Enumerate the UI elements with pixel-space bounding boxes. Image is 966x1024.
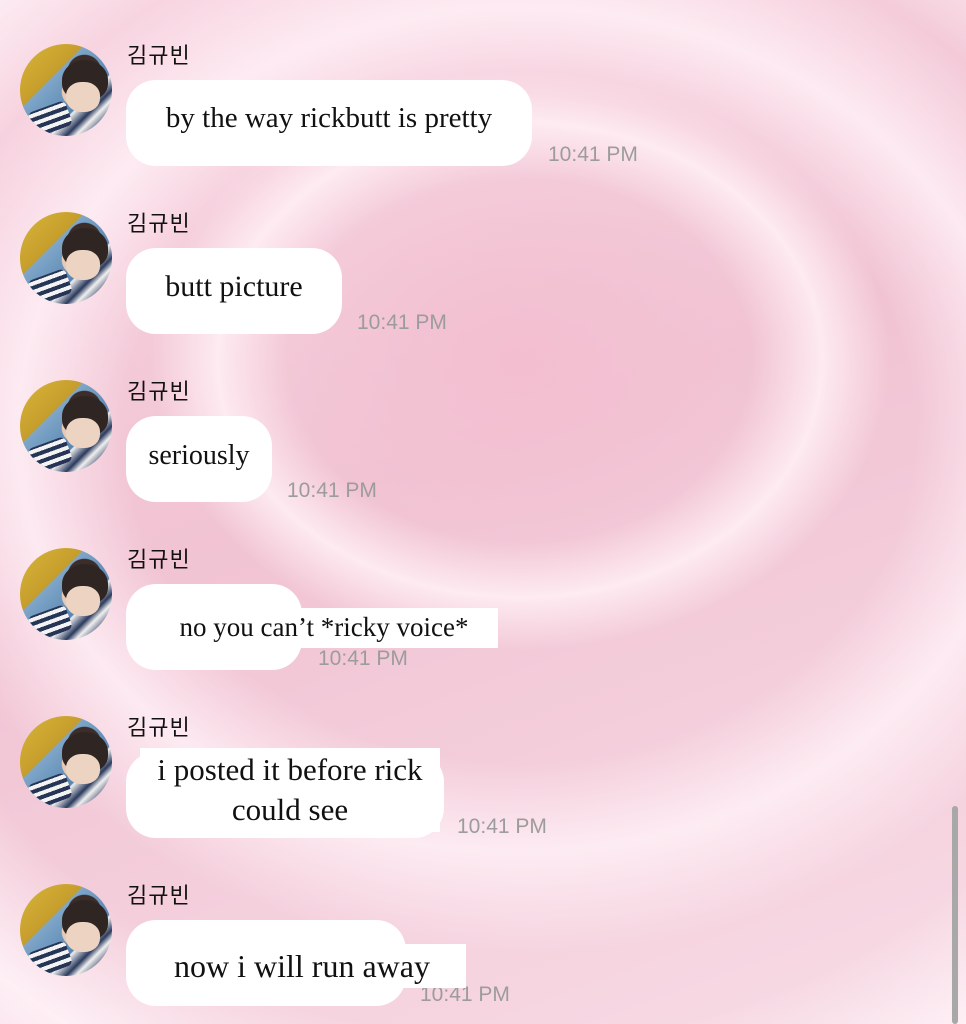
avatar-shirt — [26, 267, 74, 304]
sender-name: 김규빈 — [127, 44, 191, 69]
message-text-sticker: now i will run away — [138, 944, 466, 988]
message-text: by the way rickbutt is pretty — [165, 102, 493, 134]
message-bubble[interactable]: butt picture — [126, 248, 342, 334]
avatar-shirt — [26, 603, 74, 640]
message-time: 10:41 PM — [548, 143, 638, 166]
message-text: i posted it before rick could see — [157, 752, 423, 827]
avatar[interactable] — [20, 380, 112, 472]
scrollbar[interactable] — [952, 806, 958, 1024]
avatar-shirt — [26, 435, 74, 472]
message-text: seriously — [148, 440, 250, 471]
sender-name: 김규빈 — [127, 716, 191, 741]
avatar-face — [66, 754, 100, 784]
avatar-shirt — [26, 99, 74, 136]
sender-name: 김규빈 — [127, 548, 191, 573]
message-text: no you can’t *ricky voice* — [179, 612, 469, 642]
sender-name: 김규빈 — [127, 212, 191, 237]
message-time: 10:41 PM — [318, 647, 408, 670]
message-text-sticker: no you can’t *ricky voice* — [150, 608, 498, 648]
message-text-sticker: i posted it before rick could see — [140, 748, 440, 832]
avatar-face — [66, 82, 100, 112]
avatar-face — [66, 418, 100, 448]
message-text: now i will run away — [174, 948, 430, 984]
avatar[interactable] — [20, 212, 112, 304]
message-text: butt picture — [165, 270, 303, 303]
avatar-face — [66, 250, 100, 280]
avatar-shirt — [26, 939, 74, 976]
avatar[interactable] — [20, 884, 112, 976]
chat-view: 김규빈 by the way rickbutt is pretty 10:41 … — [0, 0, 966, 1024]
message-time: 10:41 PM — [357, 311, 447, 334]
sender-name: 김규빈 — [127, 380, 191, 405]
avatar-shirt — [26, 771, 74, 808]
message-bubble[interactable]: seriously — [126, 416, 272, 502]
avatar[interactable] — [20, 716, 112, 808]
avatar-face — [66, 922, 100, 952]
message-bubble[interactable]: by the way rickbutt is pretty — [126, 80, 532, 166]
avatar-face — [66, 586, 100, 616]
message-time: 10:41 PM — [287, 479, 377, 502]
avatar[interactable] — [20, 44, 112, 136]
sender-name: 김규빈 — [127, 884, 191, 909]
avatar[interactable] — [20, 548, 112, 640]
message-time: 10:41 PM — [457, 815, 547, 838]
